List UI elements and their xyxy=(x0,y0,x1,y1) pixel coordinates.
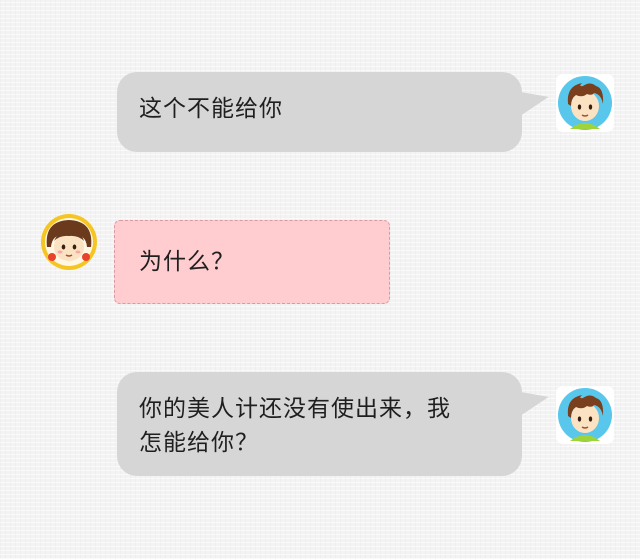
message-bubble-right[interactable]: 这个不能给你 xyxy=(117,72,522,152)
boy-avatar-icon[interactable] xyxy=(556,386,614,444)
chat-thread: 这个不能给你 为什么？ 你的美人计还没有使出来，我 怎能给你？ xyxy=(0,0,640,559)
bubble-tail xyxy=(516,385,552,415)
message-text-line: 怎能给你？ xyxy=(139,430,259,456)
message-text: 为什么？ xyxy=(139,249,235,275)
message-bubble-left[interactable]: 为什么？ xyxy=(114,220,390,304)
message-text: 这个不能给你 xyxy=(139,96,283,122)
message-bubble-right[interactable]: 你的美人计还没有使出来，我 怎能给你？ xyxy=(117,372,522,476)
bubble-tail xyxy=(516,85,552,115)
girl-avatar-icon[interactable] xyxy=(40,213,98,271)
message-text-line: 你的美人计还没有使出来，我 xyxy=(139,396,451,422)
boy-avatar-icon[interactable] xyxy=(556,74,614,132)
